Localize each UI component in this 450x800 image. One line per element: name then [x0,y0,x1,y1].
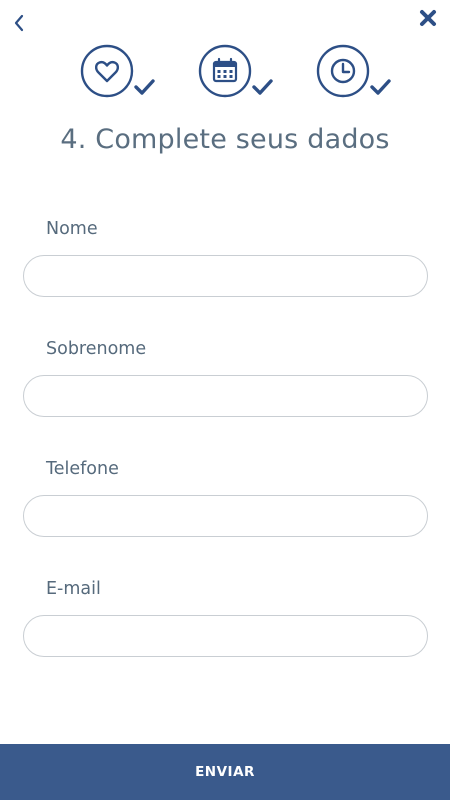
phone-input[interactable] [23,495,428,537]
submit-button[interactable]: ENVIAR [0,744,450,800]
page-title: 4. Complete seus dados [60,124,390,155]
back-button[interactable] [8,10,30,36]
check-icon [252,79,273,95]
close-icon [420,10,436,26]
check-icon [370,79,391,95]
step-clock [316,44,396,100]
email-input[interactable] [23,615,428,657]
step-calendar [198,44,278,100]
first-name-input[interactable] [23,255,428,297]
last-name-label: Sobrenome [46,339,147,359]
progress-steps [0,44,450,100]
clock-icon [316,44,370,98]
chevron-left-icon [14,14,24,32]
step-heart [80,44,160,100]
last-name-input[interactable] [23,375,428,417]
close-button[interactable] [416,6,440,30]
email-label: E-mail [46,579,101,599]
check-icon [134,79,155,95]
phone-label: Telefone [46,459,119,479]
first-name-label: Nome [46,219,98,239]
heart-icon [80,44,134,98]
calendar-icon [198,44,252,98]
